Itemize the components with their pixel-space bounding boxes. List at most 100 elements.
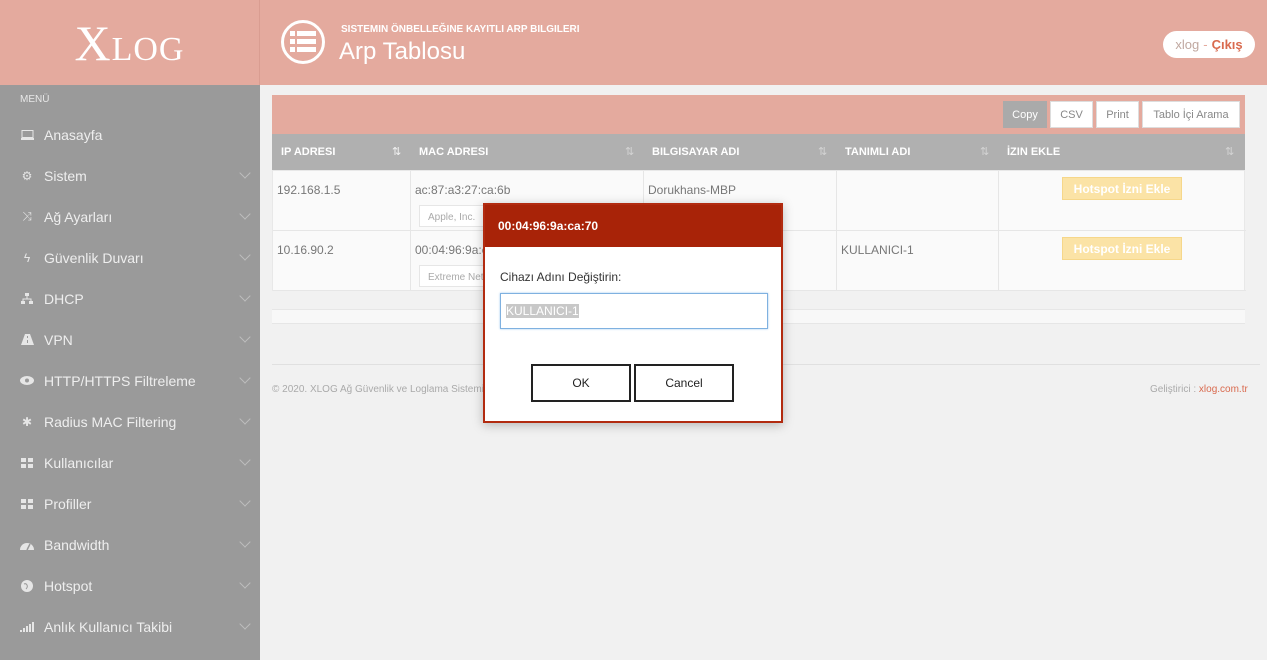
ok-button[interactable]: OK [531, 364, 631, 402]
chevron-down-icon [239, 331, 251, 343]
grid-icon [20, 498, 34, 509]
chevron-down-icon [239, 167, 251, 179]
page-subtitle: SISTEMIN ÖNBELLEĞINE KAYITLI ARP BILGILE… [341, 24, 580, 35]
sidebar-item-guvenlik-duvari[interactable]: ϟ Güvenlik Duvarı [0, 237, 260, 278]
shuffle-icon: ⤨ [22, 209, 32, 223]
chevron-down-icon [239, 413, 251, 425]
col-ip[interactable]: IP ADRESI [281, 134, 409, 170]
page-title: Arp Tablosu [339, 38, 466, 65]
username: xlog [1175, 37, 1200, 52]
chevron-down-icon [239, 372, 251, 384]
sidebar-item-dhcp[interactable]: DHCP [0, 278, 260, 319]
col-hostname-label: BILGISAYAR ADI [652, 146, 740, 158]
signal-icon [20, 621, 34, 632]
user-separator: - [1203, 37, 1208, 52]
sidebar-item-sistem[interactable]: ⚙ Sistem [0, 155, 260, 196]
developer-label: Geliştirici : [1150, 384, 1197, 395]
chevron-down-icon [239, 208, 251, 220]
chevron-down-icon [239, 249, 251, 261]
copy-button[interactable]: Copy [1003, 101, 1047, 128]
chevron-down-icon [239, 454, 251, 466]
sidebar: MENÜ Anasayfa ⚙ Sistem ⤨ Ağ Ayarları ϟ G… [0, 85, 260, 660]
sidebar-item-radius-mac[interactable]: ✱ Radius MAC Filtering [0, 401, 260, 442]
menu-label: MENÜ [20, 94, 50, 105]
sort-icon[interactable]: ⇅ [625, 145, 634, 158]
chevron-down-icon [239, 495, 251, 507]
sidebar-item-label: Anasayfa [44, 126, 103, 143]
footer-copyright: © 2020. XLOG Ağ Güvenlik ve Loglama Sist… [272, 384, 484, 395]
sidebar-item-label: Bandwidth [44, 536, 110, 553]
sidebar-item-hotspot[interactable]: Hotspot [0, 565, 260, 606]
logout-link[interactable]: Çıkış [1212, 37, 1243, 52]
sort-icon[interactable]: ⇅ [1225, 145, 1234, 158]
sidebar-item-http-filtreleme[interactable]: HTTP/HTTPS Filtreleme [0, 360, 260, 401]
cell-ip: 192.168.1.5 [277, 183, 341, 197]
table-list-icon [281, 20, 325, 64]
grid-icon [20, 457, 34, 468]
sidebar-item-label: Ağ Ayarları [44, 208, 113, 225]
device-name-input[interactable]: KULLANICI-1 [500, 293, 768, 329]
sidebar-item-label: Hotspot [44, 577, 93, 594]
chevron-down-icon [239, 290, 251, 302]
col-hostname[interactable]: BILGISAYAR ADI [652, 134, 832, 170]
sidebar-item-label: Anlık Kullanıcı Takibi [44, 618, 173, 635]
xlog-logo: XLOG [74, 14, 185, 71]
add-hotspot-permission-button[interactable]: Hotspot İzni Ekle [1062, 237, 1182, 260]
col-ip-label: IP ADRESI [281, 146, 336, 158]
sidebar-item-label: Güvenlik Duvarı [44, 249, 144, 266]
dialog-title: 00:04:96:9a:ca:70 [485, 205, 781, 247]
sidebar-item-label: HTTP/HTTPS Filtreleme [44, 372, 196, 389]
rename-device-dialog: 00:04:96:9a:ca:70 Cihazı Adını Değiştiri… [483, 203, 783, 423]
bolt-icon: ϟ [23, 250, 31, 265]
col-permission[interactable]: İZIN EKLE [1007, 134, 1207, 170]
sidebar-item-anlik-takip[interactable]: Anlık Kullanıcı Takibi [0, 606, 260, 647]
chevron-down-icon [239, 618, 251, 630]
sidebar-item-label: Kullanıcılar [44, 454, 114, 471]
table-search-button[interactable]: Tablo İçi Arama [1142, 101, 1240, 128]
chevron-down-icon [239, 536, 251, 548]
sidebar-item-label: Radius MAC Filtering [44, 413, 177, 430]
col-alias-label: TANIMLI ADI [845, 146, 911, 158]
col-mac[interactable]: MAC ADRESI [419, 134, 649, 170]
cell-mac: ac:87:a3:27:ca:6b [415, 183, 511, 197]
sort-active-icon[interactable]: ⇅ [392, 145, 401, 158]
asterisk-icon: ✱ [21, 414, 33, 429]
sidebar-item-vpn[interactable]: VPN [0, 319, 260, 360]
sitemap-icon [20, 293, 34, 304]
sidebar-item-label: VPN [44, 331, 73, 348]
sidebar-item-bandwidth[interactable]: Bandwidth [0, 524, 260, 565]
sidebar-item-ag-ayarlari[interactable]: ⤨ Ağ Ayarları [0, 196, 260, 237]
developer-link[interactable]: xlog.com.tr [1199, 384, 1248, 395]
print-button[interactable]: Print [1096, 101, 1139, 128]
road-icon [20, 334, 34, 345]
sidebar-item-label: Sistem [44, 167, 87, 184]
sidebar-item-label: Profiller [44, 495, 92, 512]
col-alias[interactable]: TANIMLI ADI [845, 134, 995, 170]
sidebar-item-kullanicilar[interactable]: Kullanıcılar [0, 442, 260, 483]
device-name-value: KULLANICI-1 [506, 304, 579, 318]
chevron-down-icon [239, 577, 251, 589]
sort-icon[interactable]: ⇅ [818, 145, 827, 158]
csv-button[interactable]: CSV [1050, 101, 1093, 128]
globe-icon [20, 579, 34, 592]
user-menu[interactable]: xlog - Çıkış [1163, 31, 1255, 58]
dialog-prompt: Cihazı Adını Değiştirin: [500, 270, 622, 284]
sort-icon[interactable]: ⇅ [980, 145, 989, 158]
cogs-icon: ⚙ [21, 168, 33, 183]
top-header: XLOG SISTEMIN ÖNBELLEĞINE KAYITLI ARP BI… [0, 0, 1267, 85]
add-hotspot-permission-button[interactable]: Hotspot İzni Ekle [1062, 177, 1182, 200]
eye-icon [20, 376, 34, 385]
col-mac-label: MAC ADRESI [419, 146, 489, 158]
sidebar-item-profiller[interactable]: Profiller [0, 483, 260, 524]
dashboard-icon [20, 540, 34, 550]
footer-developer: Geliştirici : xlog.com.tr [1150, 384, 1248, 395]
table-header: IP ADRESI ⇅ MAC ADRESI ⇅ BILGISAYAR ADI … [272, 134, 1245, 170]
cell-alias[interactable]: KULLANICI-1 [841, 243, 914, 257]
sidebar-item-label: DHCP [44, 290, 84, 307]
laptop-icon [20, 129, 34, 140]
logo-area[interactable]: XLOG [0, 0, 260, 85]
cancel-button[interactable]: Cancel [634, 364, 734, 402]
cell-hostname: Dorukhans-MBP [648, 183, 737, 197]
sidebar-item-anasayfa[interactable]: Anasayfa [0, 114, 260, 155]
col-permission-label: İZIN EKLE [1007, 146, 1061, 158]
